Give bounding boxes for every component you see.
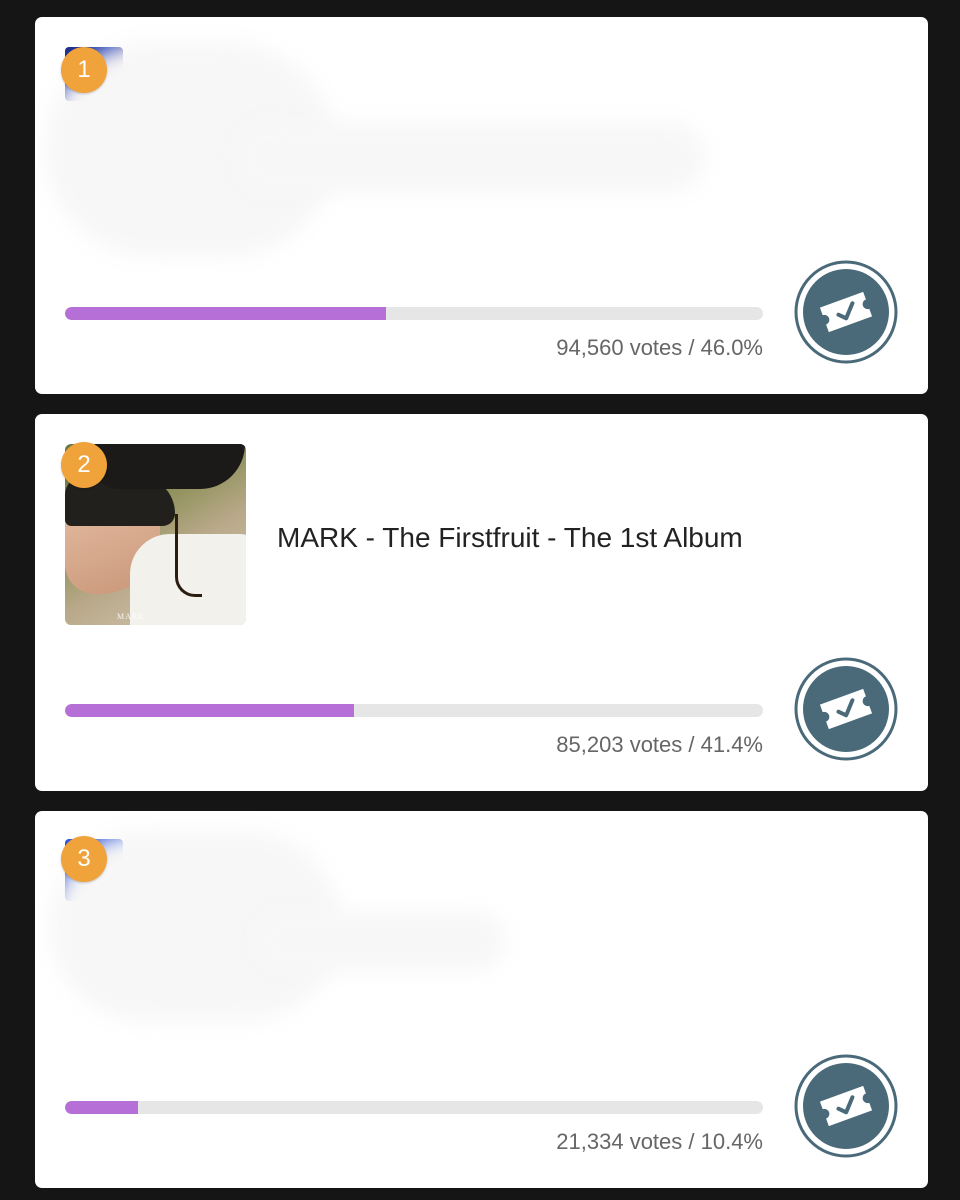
obscured-area — [255, 911, 505, 971]
entry-title: MARK - The Firstfruit - The 1st Album — [277, 522, 743, 553]
vote-entry-card-3: 3 21,334 votes / 10.4% — [35, 811, 928, 1188]
vote-progress-fill — [65, 704, 354, 717]
vote-progress-bar — [65, 1101, 763, 1114]
vote-count-text: 85,203 votes / 41.4% — [556, 732, 763, 757]
vote-progress-fill — [65, 1101, 138, 1114]
thumbnail-caption: MARK — [117, 612, 146, 621]
vote-entry-card-1: 1 94,560 votes / 46.0% — [35, 17, 928, 394]
vote-progress-fill — [65, 307, 387, 320]
rank-badge: 3 — [61, 836, 107, 882]
vote-ticket-button[interactable] — [793, 1053, 899, 1159]
vote-count-text: 21,334 votes / 10.4% — [556, 1129, 763, 1154]
vote-progress-bar — [65, 307, 763, 320]
vote-entry-card-2: MARK 2 MARK - The Firstfruit - The 1st A… — [35, 414, 928, 791]
photo-necklace — [175, 514, 202, 597]
obscured-area — [235, 122, 705, 192]
ticket-check-icon — [796, 659, 896, 759]
ticket-check-icon — [796, 1056, 896, 1156]
photo-hat — [95, 444, 245, 489]
vote-ticket-button[interactable] — [793, 259, 899, 365]
ticket-check-icon — [796, 262, 896, 362]
rank-badge: 2 — [61, 442, 107, 488]
vote-ticket-button[interactable] — [793, 656, 899, 762]
vote-count-text: 94,560 votes / 46.0% — [556, 335, 763, 360]
rank-badge: 1 — [61, 47, 107, 93]
vote-progress-bar — [65, 704, 763, 717]
